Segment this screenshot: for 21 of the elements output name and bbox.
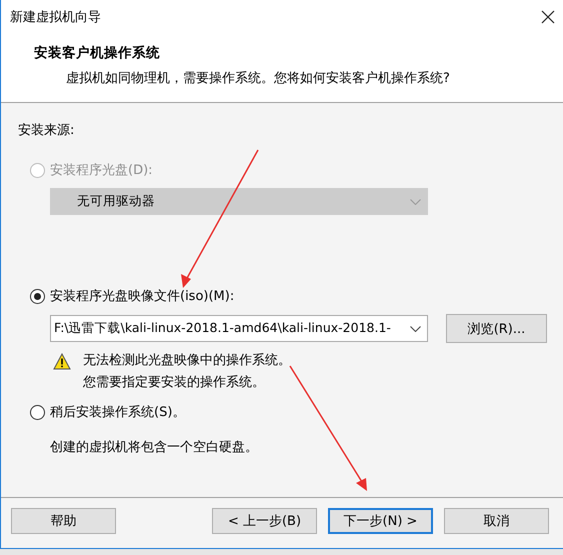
section-label: 安装来源: — [18, 122, 76, 139]
page-title: 安装客户机操作系统 — [34, 44, 161, 62]
chevron-icon — [410, 326, 421, 332]
browse-button[interactable]: 浏览(R)... — [446, 314, 547, 343]
dialog-button[interactable]: 帮助 — [11, 508, 116, 534]
warning-text: 无法检测此光盘映像中的操作系统。 — [83, 352, 291, 369]
radio-button[interactable] — [30, 404, 45, 420]
radio-label[interactable]: 稍后安装操作系统(S)。 — [50, 403, 186, 421]
radio-label[interactable]: 安装程序光盘映像文件(iso)(M): — [50, 287, 234, 305]
dialog-button[interactable]: 下一步(N) > — [328, 508, 433, 534]
page-description: 虚拟机如同物理机，需要操作系统。您将如何安装客户机操作系统? — [66, 70, 451, 87]
chevron-icon — [410, 198, 421, 204]
dropdown[interactable]: F:\迅雷下载\kali-linux-2018.1-amd64\kali-linux-2018.1- — [50, 315, 428, 342]
dialog-button[interactable]: < 上一步(B) — [212, 508, 317, 534]
window-title: 新建虚拟机向导 — [10, 9, 101, 26]
close-icon[interactable] — [541, 10, 555, 24]
option-note: 创建的虚拟机将包含一个空白硬盘。 — [50, 439, 259, 456]
warning-text: 您需要指定要安装的操作系统。 — [83, 374, 266, 391]
warning-icon — [53, 353, 71, 370]
radio-button[interactable] — [30, 288, 45, 304]
dialog-button[interactable]: 取消 — [444, 508, 549, 534]
